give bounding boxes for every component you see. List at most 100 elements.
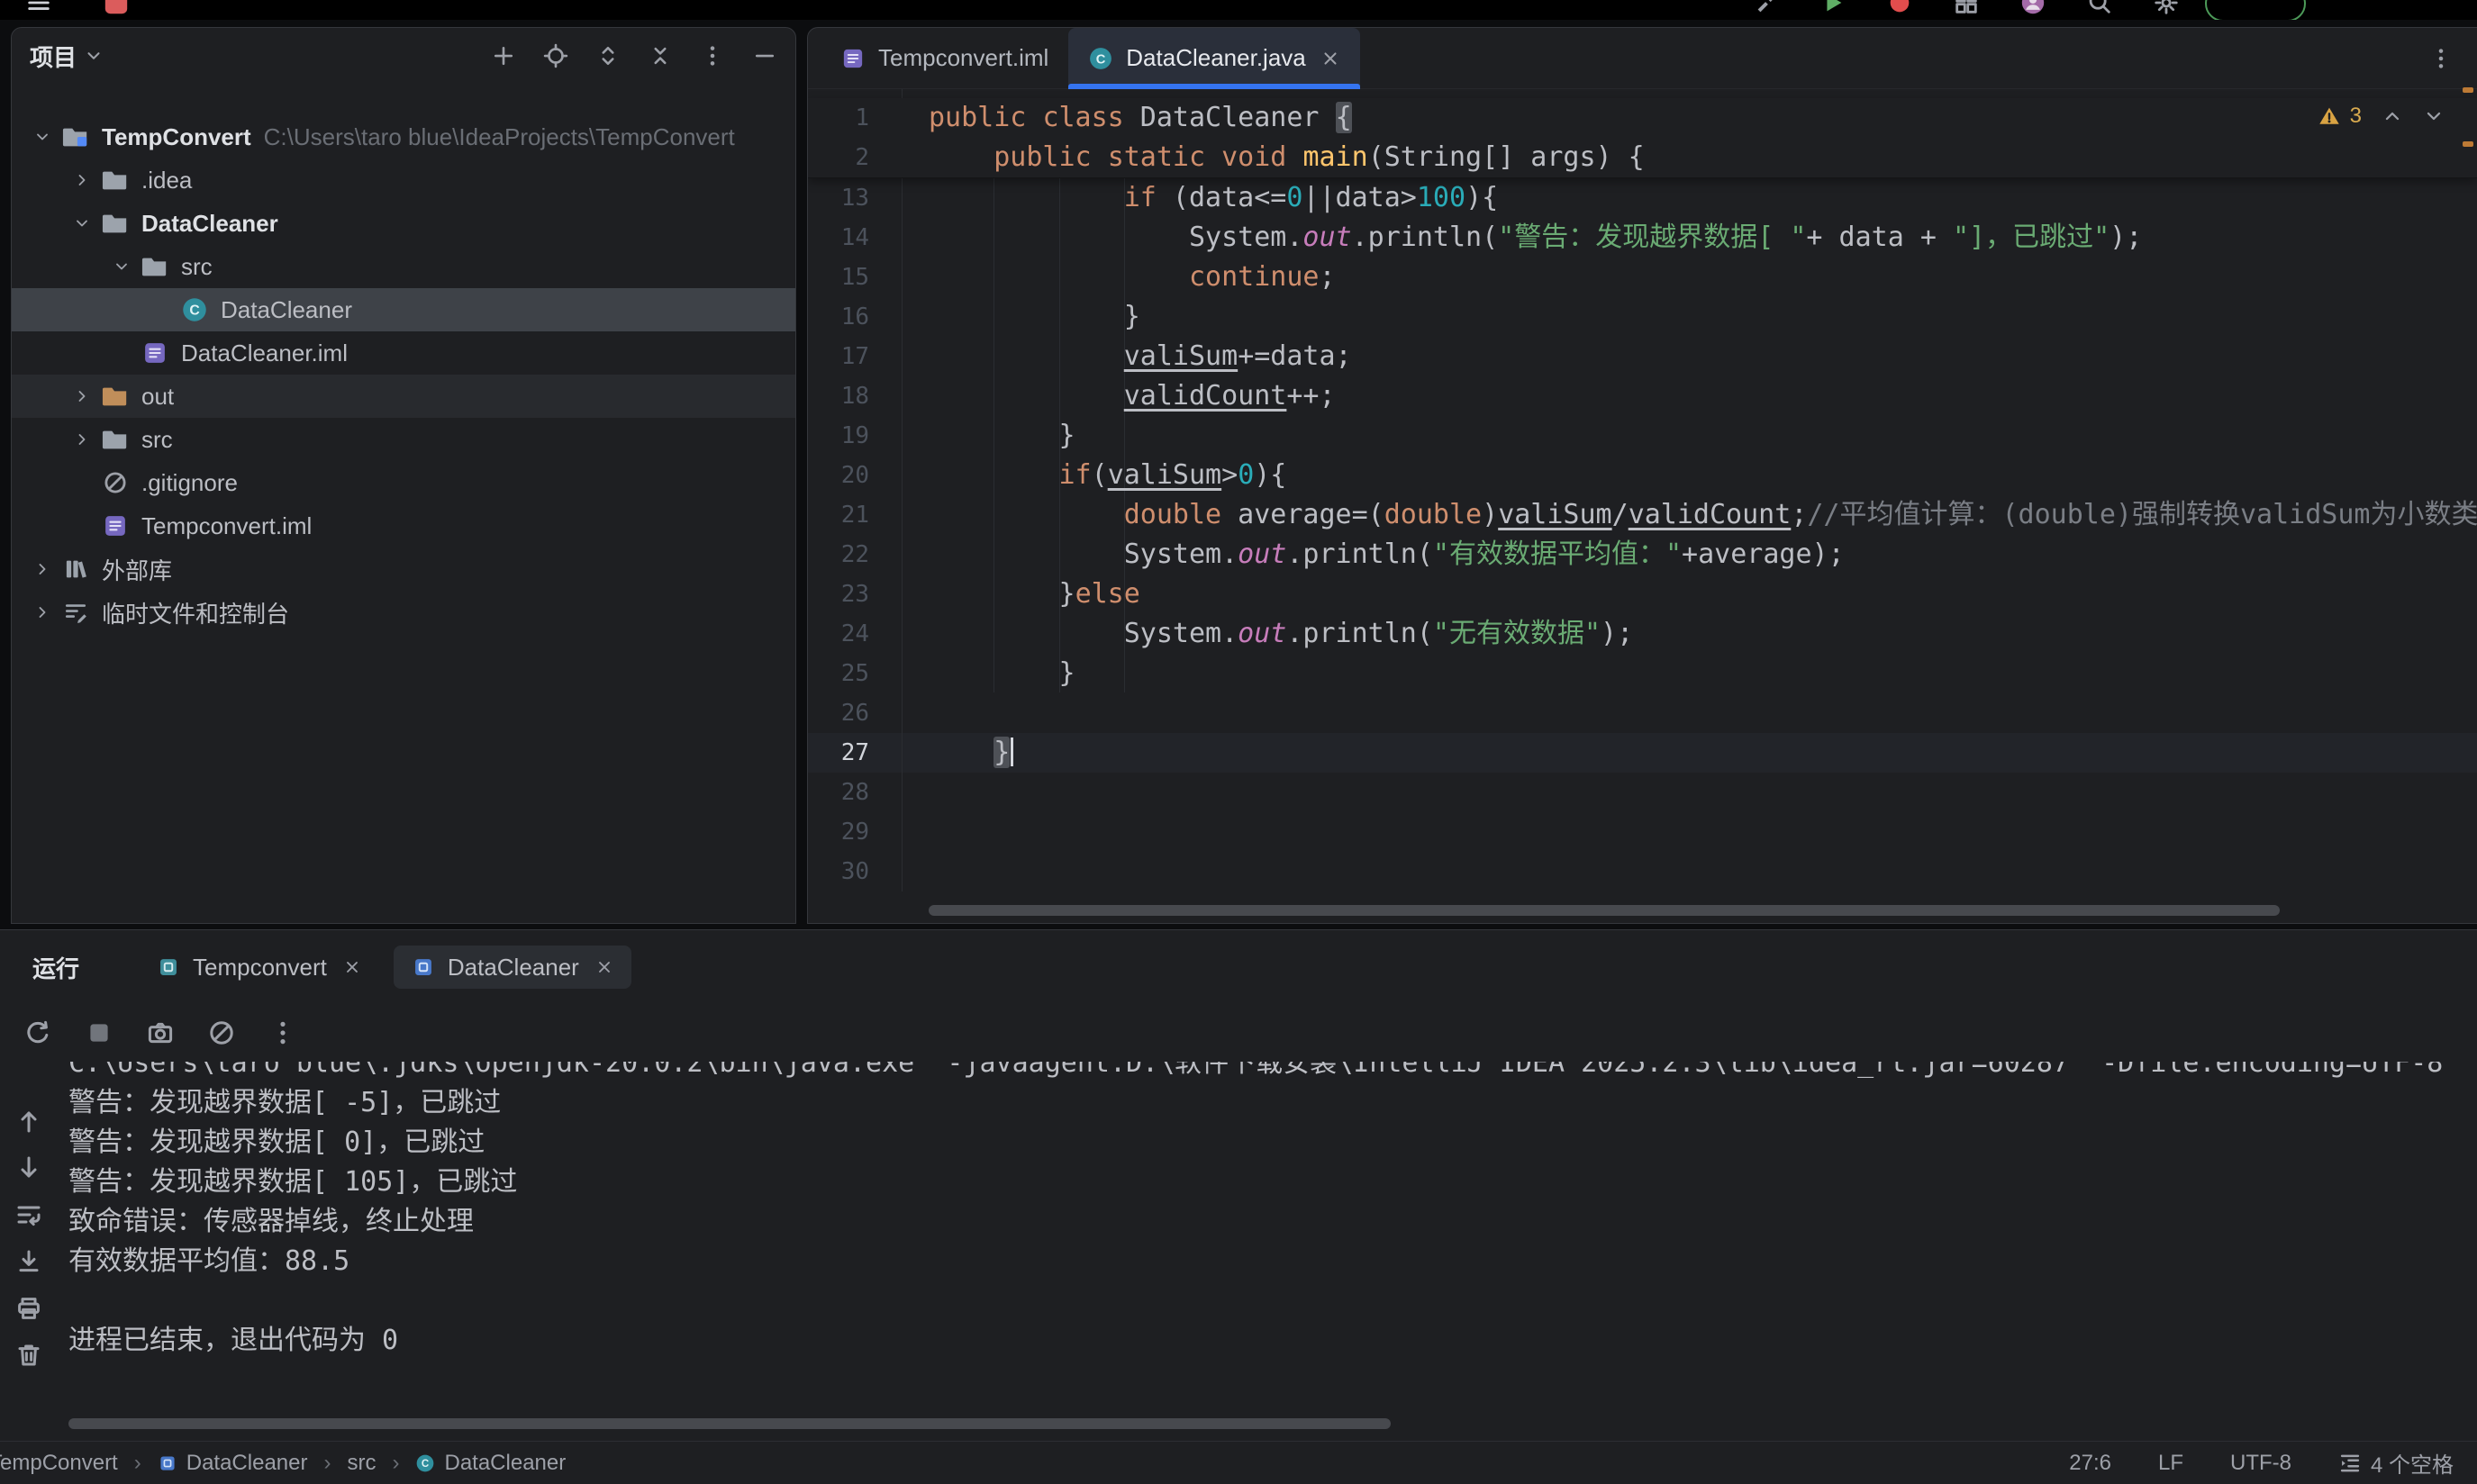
plus-icon[interactable] (491, 43, 516, 68)
menu-icon[interactable] (25, 0, 52, 16)
chevron-right-icon[interactable] (64, 387, 100, 405)
breadcrumb-src[interactable]: src (347, 1451, 376, 1476)
editor-more-icon[interactable] (2428, 46, 2454, 71)
code-line-30[interactable]: 30 (808, 852, 2477, 891)
breadcrumb-TempConvert[interactable]: TempConvert (0, 1451, 118, 1476)
code-line-21[interactable]: 21 double average=(double)valiSum/validC… (808, 495, 2477, 535)
tree-item-src-folder-2[interactable]: src (12, 418, 795, 461)
breadcrumbs: TempConvert›DataCleaner›src›CDataCleaner (0, 1451, 566, 1476)
chevron-down-icon[interactable] (73, 205, 91, 241)
avatar-icon[interactable] (2019, 0, 2046, 16)
editor-tab-Tempconvert.iml[interactable]: Tempconvert.iml (821, 28, 1068, 89)
close-tab-icon[interactable] (343, 958, 361, 976)
editor-tab-label: Tempconvert.iml (878, 44, 1048, 72)
warning-stripe-mark[interactable] (2463, 141, 2473, 147)
expand-all-icon[interactable] (595, 43, 621, 68)
tree-item-idea-folder[interactable]: .idea (12, 158, 795, 202)
tree-item-gitignore-file[interactable]: .gitignore (12, 461, 795, 504)
caret-position[interactable]: 27:6 (2069, 1451, 2111, 1476)
camera-icon[interactable] (146, 1018, 175, 1047)
code-line-27[interactable]: 27 } (808, 733, 2477, 773)
soft-wrap-icon[interactable] (14, 1200, 43, 1229)
tree-item-datacleaner-module[interactable]: DataCleaner (12, 202, 795, 245)
chevron-down-icon[interactable] (113, 249, 131, 285)
run-console[interactable]: C:\Users\taro blue\.jdks\openjdk-20.0.2\… (68, 1062, 2477, 1405)
tree-item-tempconvert-root[interactable]: TempConvertC:\Users\taro blue\IdeaProjec… (12, 115, 795, 158)
editor-tabbar: Tempconvert.iml CDataCleaner.java (808, 28, 2477, 89)
target-icon[interactable] (543, 43, 568, 68)
code-line-1[interactable]: 1public class DataCleaner { (808, 98, 2477, 138)
code-line-25[interactable]: 25 } (808, 654, 2477, 693)
code-line-14[interactable]: 14 System.out.println("警告：发现越界数据[ "+ dat… (808, 218, 2477, 258)
code-line-16[interactable]: 16 } (808, 297, 2477, 337)
arrow-down-icon[interactable] (14, 1154, 43, 1182)
run-tab-Tempconvert[interactable]: Tempconvert (139, 946, 379, 989)
chevron-right-icon[interactable] (24, 560, 60, 578)
code-line-20[interactable]: 20 if(valiSum>0){ (808, 456, 2477, 495)
more-v-icon[interactable] (268, 1018, 297, 1047)
chevron-right-icon[interactable] (64, 430, 100, 448)
run-tab-DataCleaner[interactable]: DataCleaner (394, 946, 631, 989)
stop-icon[interactable] (85, 1018, 113, 1047)
breadcrumb-DataCleaner[interactable]: CDataCleaner (415, 1451, 566, 1476)
line-ending[interactable]: LF (2158, 1451, 2183, 1476)
indent-setting[interactable]: 4 个空格 (2338, 1447, 2454, 1479)
console-line (68, 1281, 2477, 1321)
tree-item-datacleaner-class[interactable]: CDataCleaner (12, 288, 795, 331)
rerun-icon[interactable] (23, 1018, 52, 1047)
code-line-28[interactable]: 28 (808, 773, 2477, 812)
code-line-15[interactable]: 15 continue; (808, 258, 2477, 297)
project-view-selector[interactable]: 项目 (30, 40, 104, 73)
code-line-24[interactable]: 24 System.out.println("无有效数据"); (808, 614, 2477, 654)
tree-item-scratches[interactable]: 临时文件和控制台 (12, 591, 795, 634)
grid-icon[interactable] (1953, 0, 1980, 16)
arrow-up-icon[interactable] (14, 1107, 43, 1136)
code-line-18[interactable]: 18 validCount++; (808, 376, 2477, 416)
module-icon (158, 1453, 177, 1473)
tree-item-path: C:\Users\taro blue\IdeaProjects\TempConv… (264, 123, 735, 151)
editor-tab-DataCleaner.java[interactable]: CDataCleaner.java (1068, 28, 1359, 89)
collapse-all-icon[interactable] (648, 43, 673, 68)
code-editor[interactable]: 1public class DataCleaner {2 public stat… (808, 89, 2477, 924)
next-warning-icon[interactable] (2423, 105, 2445, 127)
chevron-right-icon[interactable] (24, 603, 60, 621)
minimize-icon[interactable] (752, 43, 777, 68)
titlebar-license-pill[interactable] (2205, 0, 2306, 20)
tree-item-tempconvert-iml[interactable]: Tempconvert.iml (12, 504, 795, 547)
hammer-icon[interactable] (1753, 0, 1780, 16)
code-text: System.out.println("警告：发现越界数据[ "+ data +… (902, 218, 2477, 258)
code-text: if(valiSum>0){ (902, 456, 2477, 495)
code-line-19[interactable]: 19 } (808, 416, 2477, 456)
breadcrumb-DataCleaner[interactable]: DataCleaner (158, 1451, 308, 1476)
code-line-13[interactable]: 13 if (data<=0||data>100){ (808, 178, 2477, 218)
code-line-2[interactable]: 2 public static void main(String[] args)… (808, 138, 2477, 177)
search-icon[interactable] (2086, 0, 2113, 16)
warning-stripe-mark[interactable] (2463, 87, 2473, 93)
editor-horizontal-scrollbar[interactable] (929, 905, 2280, 916)
code-line-17[interactable]: 17 valiSum+=data; (808, 337, 2477, 376)
code-line-22[interactable]: 22 System.out.println("有效数据平均值："+average… (808, 535, 2477, 575)
close-tab-icon[interactable] (1320, 49, 1340, 68)
tree-item-out-folder[interactable]: out (12, 375, 795, 418)
code-line-26[interactable]: 26 (808, 693, 2477, 733)
tree-item-datacleaner-iml[interactable]: DataCleaner.iml (12, 331, 795, 375)
tree-item-external-libraries[interactable]: 外部库 (12, 547, 795, 591)
printer-icon[interactable] (14, 1294, 43, 1323)
line-number: 23 (808, 575, 902, 614)
chevron-right-icon[interactable] (64, 171, 100, 189)
close-tab-icon[interactable] (595, 958, 613, 976)
disconnect-icon[interactable] (207, 1018, 236, 1047)
trash-icon[interactable] (14, 1341, 43, 1370)
gear-icon[interactable] (2153, 0, 2180, 16)
code-line-29[interactable]: 29 (808, 812, 2477, 852)
encoding[interactable]: UTF-8 (2230, 1451, 2291, 1476)
inspections-widget[interactable]: 3 (2318, 104, 2445, 129)
more-v-icon[interactable] (700, 43, 725, 68)
code-line-23[interactable]: 23 }else (808, 575, 2477, 614)
chevron-down-icon[interactable] (33, 119, 51, 155)
console-horizontal-scrollbar[interactable] (68, 1418, 1391, 1429)
prev-warning-icon[interactable] (2382, 105, 2403, 127)
scroll-end-icon[interactable] (14, 1247, 43, 1276)
play-icon[interactable] (1819, 0, 1846, 16)
tree-item-src-folder[interactable]: src (12, 245, 795, 288)
